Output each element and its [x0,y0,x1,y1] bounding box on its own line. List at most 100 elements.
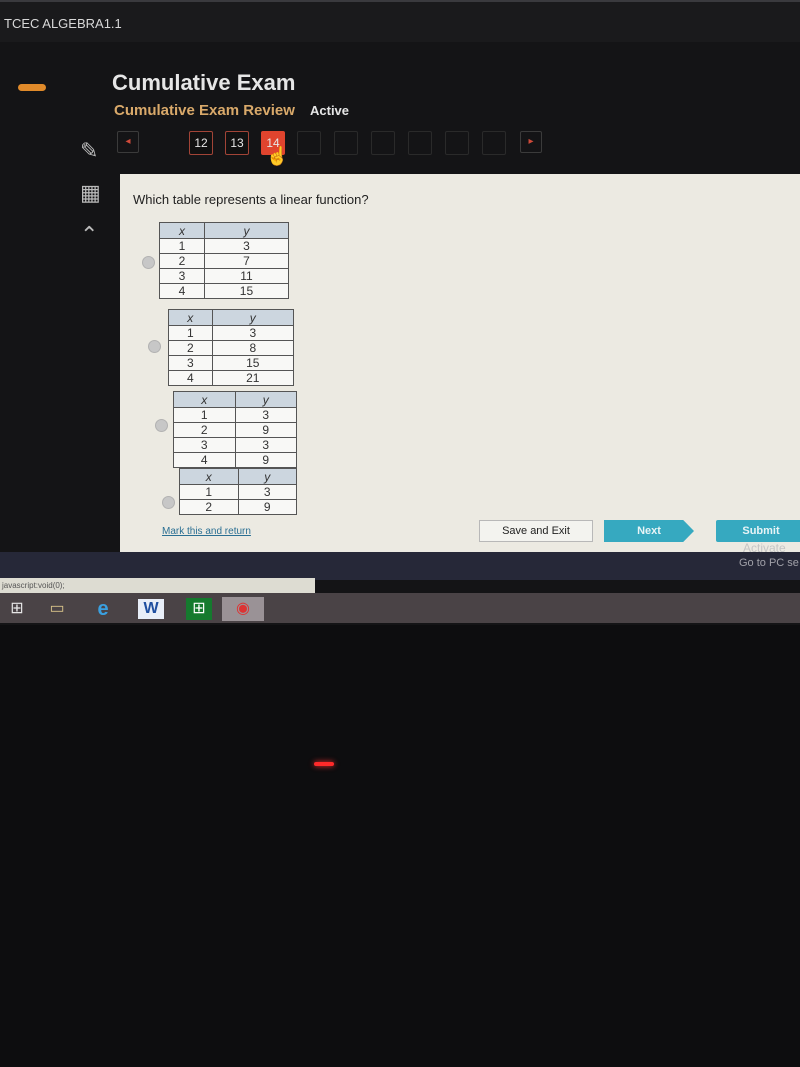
table-cell: 3 [211,325,295,341]
table-cell: 9 [237,499,297,515]
save-and-exit-button[interactable]: Save and Exit [479,520,593,542]
table-cell: 3 [168,355,213,371]
calculator-icon: ▦ [80,180,101,205]
activation-watermark: Activate [743,541,786,555]
next-question-button[interactable]: ▸ [520,131,542,153]
option-2-radio[interactable] [148,340,161,353]
table-header: y [237,468,297,485]
logo [18,84,46,91]
internet-explorer-icon: e [97,598,109,620]
word-button[interactable]: W [138,599,164,619]
table-cell: 2 [168,340,213,356]
table-header: x [173,391,236,408]
store-icon: ⊞ [192,600,206,617]
table-row: 13 [159,238,290,254]
table-cell: 8 [211,340,295,356]
table-cell: 3 [234,437,297,453]
table-row: 13 [179,484,297,500]
start-button[interactable]: ⊞ [4,597,30,621]
file-explorer-button[interactable]: ▭ [44,597,70,621]
table-row: 4 15 [159,283,290,299]
table-header: x [179,468,239,485]
table-cell: 9 [234,422,297,438]
table-cell: 3 [173,437,236,453]
table-row: 28 [168,340,295,356]
question-button[interactable] [334,131,358,155]
question-13-button[interactable]: 13 [225,131,249,155]
question-text: Which table represents a linear function… [133,192,369,207]
table-cell: 9 [234,452,297,468]
table-cell: 3 [203,238,290,254]
table-cell: 1 [173,407,236,423]
table-header: x [168,309,213,326]
collapse-tool[interactable]: ⌃ [80,222,98,248]
status-badge: Active [310,103,350,118]
table-row: 3 11 [159,268,290,284]
page-subtitle: Cumulative Exam Review [114,102,295,119]
table-cell: 7 [203,253,290,269]
table-row: 3 15 [168,355,295,371]
table-cell: 3 [234,407,297,423]
calculator-tool[interactable]: ▦ [80,180,101,206]
mark-and-return-link[interactable]: Mark this and return [162,526,251,537]
table-cell: 2 [173,422,236,438]
desktop-strip [0,552,800,580]
table-header: y [234,391,297,408]
option-1-table: xy 13 27 3 11 4 15 [159,222,290,299]
table-cell: 4 [168,370,213,386]
submit-button[interactable]: Submit [716,520,800,542]
prev-question-button[interactable]: ◂ [117,131,139,153]
table-cell: 1 [159,238,205,254]
table-row: 13 [168,325,295,341]
table-header: y [203,222,290,239]
taskbar [0,593,800,623]
table-cell: 21 [211,370,295,386]
question-button[interactable] [482,131,506,155]
folder-icon: ▭ [49,600,65,617]
table-header: x [159,222,205,239]
table-cell: 1 [168,325,213,341]
word-icon: W [143,600,159,617]
table-cell: 2 [179,499,239,515]
option-1-radio[interactable] [142,256,155,269]
store-button[interactable]: ⊞ [186,598,212,620]
question-button[interactable] [297,131,321,155]
question-button[interactable] [371,131,395,155]
table-cell: 3 [237,484,297,500]
screen: TCEC ALGEBRA1.1 Cumulative Exam Cumulati… [0,0,800,625]
next-button[interactable]: Next [604,520,694,542]
question-12-button[interactable]: 12 [189,131,213,155]
table-row: 29 [173,422,297,438]
option-3-table: xy 13 29 33 49 [173,391,297,468]
hand-cursor-icon: ☝ [266,146,289,166]
table-cell: 3 [159,268,205,284]
chrome-button[interactable]: ◉ [222,597,264,621]
table-cell: 15 [211,355,295,371]
chevron-right-icon: ▸ [528,136,534,147]
table-cell: 11 [203,268,290,284]
table-row: 33 [173,437,297,453]
windows-icon: ⊞ [10,600,24,617]
page-title: Cumulative Exam [112,70,296,95]
question-button[interactable] [408,131,432,155]
browser-status-url: javascript:void(0); [0,578,315,593]
table-cell: 1 [179,484,239,500]
pencil-tool[interactable]: ✎ [80,138,98,164]
table-row: 49 [173,452,297,468]
question-button[interactable] [445,131,469,155]
table-header: y [211,309,295,326]
table-row: 13 [173,407,297,423]
table-cell: 2 [159,253,205,269]
power-indicator-light [314,762,334,766]
table-row: 4 21 [168,370,295,386]
table-row: 27 [159,253,290,269]
pencil-icon: ✎ [80,138,99,163]
activation-watermark-sub: Go to PC se [739,557,799,569]
chrome-icon: ◉ [236,600,250,617]
table-cell: 15 [203,283,290,299]
option-3-radio[interactable] [155,419,168,432]
table-row: 29 [179,499,297,515]
table-cell: 4 [159,283,205,299]
option-4-radio[interactable] [162,496,175,509]
internet-explorer-button[interactable]: e [90,597,116,621]
